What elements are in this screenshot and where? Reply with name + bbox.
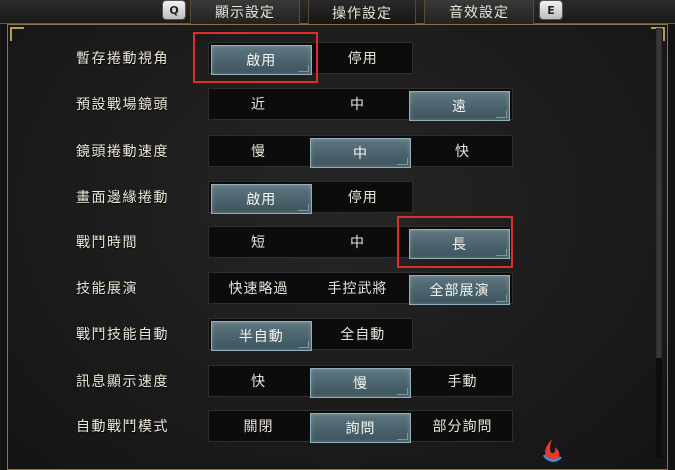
option-button[interactable]: 停用	[314, 182, 413, 212]
option-button[interactable]: 半自動	[211, 321, 312, 351]
settings-tab-bar: Q 顯示設定 操作設定 音效設定 E	[0, 0, 675, 25]
option-button[interactable]: 部分詢問	[413, 411, 512, 441]
setting-row: 預設戰場鏡頭 近中遠	[8, 87, 658, 121]
tab-control-settings[interactable]: 操作設定	[308, 0, 416, 25]
tab-control-label: 操作設定	[332, 5, 392, 22]
setting-row: 訊息顯示速度 快慢手動	[8, 364, 658, 398]
option-group: 快速略過 手控武將 全部展演	[208, 272, 513, 305]
setting-label: 戰鬥時間	[76, 235, 138, 251]
setting-label: 自動戰鬥模式	[76, 419, 169, 435]
flame-logo-icon	[542, 439, 562, 462]
tab-sound-label: 音效設定	[449, 5, 509, 21]
option-button[interactable]: 啟用	[211, 184, 312, 214]
option-button[interactable]: 慢	[209, 136, 308, 166]
highlight-box-temp-scroll	[193, 32, 318, 83]
option-button[interactable]: 近	[209, 89, 308, 119]
option-button[interactable]: 快	[209, 366, 308, 396]
tab-sound-settings[interactable]: 音效設定	[424, 0, 534, 24]
setting-row: 鏡頭捲動速度 慢中快	[8, 134, 658, 168]
tab-display-label: 顯示設定	[215, 5, 275, 21]
setting-row: 技能展演 快速略過 手控武將 全部展演	[8, 271, 658, 305]
scrollbar[interactable]	[656, 28, 662, 458]
setting-row: 暫存捲動視角 啟用 停用	[8, 41, 658, 75]
option-button[interactable]: 慢	[310, 368, 411, 398]
option-group: 近中遠	[208, 88, 513, 121]
option-button[interactable]: 快	[413, 136, 512, 166]
e-key-icon[interactable]: E	[540, 1, 562, 19]
option-button[interactable]: 遠	[409, 91, 510, 121]
option-button[interactable]: 中	[308, 227, 407, 257]
option-button[interactable]: 全部展演	[409, 275, 510, 305]
option-group: 關閉 詢問 部分詢問	[208, 410, 513, 443]
setting-row: 畫面邊緣捲動 啟用 停用	[8, 180, 658, 214]
setting-label: 畫面邊緣捲動	[76, 190, 169, 206]
setting-label: 預設戰場鏡頭	[76, 97, 169, 113]
scrollbar-thumb[interactable]	[656, 28, 662, 358]
option-button[interactable]: 中	[310, 138, 411, 168]
option-button[interactable]: 停用	[314, 43, 413, 73]
option-group: 半自動 全自動	[208, 318, 413, 351]
q-key-icon[interactable]: Q	[163, 1, 185, 19]
highlight-box-battle-time	[397, 216, 513, 268]
setting-label: 戰鬥技能自動	[76, 327, 169, 343]
option-button[interactable]: 關閉	[209, 411, 308, 441]
tab-display-settings[interactable]: 顯示設定	[190, 0, 300, 24]
option-button[interactable]: 全自動	[314, 319, 413, 349]
setting-label: 鏡頭捲動速度	[76, 144, 169, 160]
option-button[interactable]: 短	[209, 227, 308, 257]
setting-label: 訊息顯示速度	[76, 374, 169, 390]
settings-panel: 暫存捲動視角 啟用 停用 預設戰場鏡頭近中遠鏡頭捲動速度慢中快畫面邊緣捲動 啟用 停用 戰鬥…	[7, 24, 668, 470]
option-button[interactable]: 詢問	[310, 413, 411, 443]
option-group: 快慢手動	[208, 365, 513, 398]
option-button[interactable]: 中	[308, 89, 407, 119]
setting-label: 暫存捲動視角	[76, 51, 169, 67]
option-button[interactable]: 手動	[413, 366, 512, 396]
option-group: 慢中快	[208, 135, 513, 168]
option-group: 啟用 停用	[208, 181, 413, 214]
setting-label: 技能展演	[76, 281, 138, 297]
setting-row: 戰鬥時間短中長	[8, 225, 658, 259]
setting-row: 戰鬥技能自動 半自動 全自動	[8, 317, 658, 351]
option-button[interactable]: 手控武將	[308, 273, 407, 303]
option-button[interactable]: 快速略過	[209, 273, 308, 303]
corner-ornament-icon	[10, 27, 24, 41]
